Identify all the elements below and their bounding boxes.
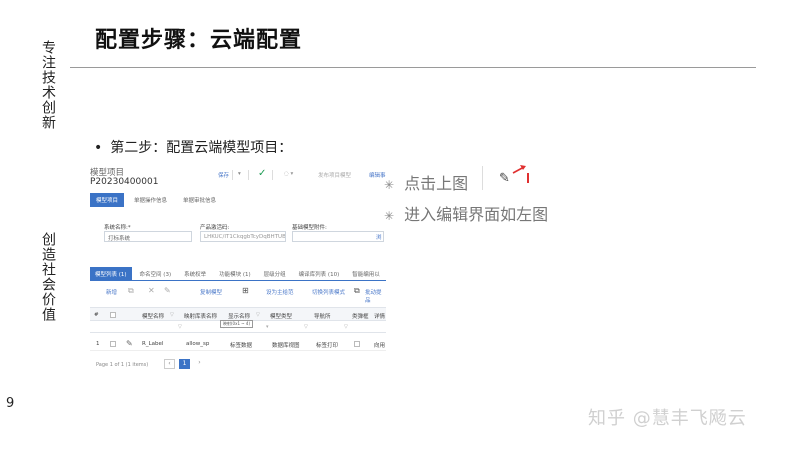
base-model-input[interactable]: [292, 231, 384, 242]
product-key-label: 产品激活码:: [200, 225, 230, 231]
pencil-icon: ✎: [499, 171, 510, 186]
pager-next-button[interactable]: ›: [194, 359, 205, 369]
system-name-input[interactable]: 打标系统: [104, 231, 192, 242]
confirm-check-icon[interactable]: ✓: [258, 168, 266, 179]
toolbar-divider: [232, 170, 233, 180]
column-tooltip: 映射(0x1 ~ 4): [220, 320, 254, 328]
grid-header: # 模型名称 ▽ 映射库表名称 显示名称 ▽ 模型类型 导航所 类弹框 详情: [90, 307, 386, 321]
save-button[interactable]: 保存: [218, 171, 229, 179]
side-slogan-bottom: 创造社会价值: [40, 232, 56, 322]
dropdown-icon[interactable]: ▾: [266, 324, 269, 330]
cell-table-name: allow_sp: [186, 341, 210, 347]
col-detail[interactable]: 详情: [374, 312, 385, 320]
col-table-name[interactable]: 映射库表名称: [184, 312, 217, 320]
row-edit-icon[interactable]: ✎: [126, 339, 133, 348]
add-icon[interactable]: ⊞: [242, 286, 249, 295]
bullet-dot: •: [94, 140, 103, 156]
tab-model-project[interactable]: 模型项目: [90, 193, 125, 207]
copy-icon[interactable]: ⧉: [128, 286, 134, 296]
product-key-input[interactable]: LHKUC/IT1CkqgbTcyDqBHTUB: [200, 231, 286, 242]
popup-checkbox[interactable]: [354, 341, 360, 347]
delete-icon[interactable]: ✕: [148, 286, 155, 295]
pager-prev-button[interactable]: ‹: [164, 359, 175, 369]
col-nav[interactable]: 导航所: [314, 312, 331, 320]
system-name-label: 系统名称:*: [104, 225, 131, 231]
table-row[interactable]: 1 ✎ R_Label allow_sp 标签数据 数据库视图 标签打印 向用: [90, 337, 386, 351]
filter-icon[interactable]: ▽: [304, 324, 308, 330]
main-tabs: 模型项目 单据操作信息 单据审批信息: [90, 193, 222, 207]
col-index: #: [94, 312, 99, 318]
set-main-button[interactable]: 设为主给范: [266, 288, 294, 296]
note-edit: ✳ 进入编辑界面如左图: [384, 201, 548, 225]
new-button[interactable]: 新增: [106, 288, 117, 296]
filter-icon[interactable]: ▽: [344, 324, 348, 330]
publish-model-button[interactable]: 发布项目模型: [318, 171, 351, 179]
title-divider: [70, 67, 756, 68]
page-number: 9: [6, 396, 15, 411]
subtab-groups[interactable]: 层级分组: [259, 267, 291, 281]
copy-model-button[interactable]: 复制模型: [200, 288, 222, 296]
col-model-name[interactable]: 模型名称: [142, 312, 164, 320]
subtab-underline: [90, 280, 386, 281]
subtab-permissions[interactable]: 系统权举: [179, 267, 211, 281]
asterisk-icon: ✳: [384, 178, 395, 192]
page-title: 配置步骤：云端配置: [95, 28, 303, 53]
edit-icon[interactable]: ✎: [164, 286, 171, 295]
step-bullet: • 第二步：配置云端模型项目：: [94, 137, 292, 157]
subtab-compile-libs[interactable]: 编译库列表 (10): [294, 267, 345, 281]
project-code: P20230400001: [90, 177, 159, 187]
subtab-smart[interactable]: 智能编用以: [347, 267, 385, 281]
base-model-label: 基础模型附件:: [292, 225, 327, 231]
cell-detail: 向用: [374, 343, 386, 349]
tab-operation-info[interactable]: 单据操作信息: [128, 193, 173, 207]
browse-button[interactable]: 浏: [376, 233, 382, 241]
note-click-text: 点击上图: [404, 174, 469, 193]
cell-display-name: 标签数据: [230, 343, 253, 349]
cell-model-type: 数据库视图: [272, 343, 300, 349]
col-model-type[interactable]: 模型类型: [270, 312, 292, 320]
switch-mode-button[interactable]: 切换列表模式: [312, 288, 345, 296]
cell-nav: 标签打印: [316, 343, 339, 349]
copy-icon[interactable]: ⧉: [354, 286, 360, 296]
toolbar-divider: [272, 170, 273, 180]
pager-page-button[interactable]: 1: [179, 359, 190, 369]
app-screenshot: 模型项目 P20230400001 保存 ▾ ✓ ◌ ▾ 发布项目模型 编辑事 …: [84, 163, 386, 375]
pointer-arrow-icon: [512, 165, 526, 174]
select-all-checkbox[interactable]: [110, 312, 116, 318]
note-edit-text: 进入编辑界面如左图: [404, 205, 549, 224]
filter-icon[interactable]: ▽: [178, 324, 182, 330]
pager-summary: Page 1 of 1 (1 items): [96, 362, 149, 368]
tab-approval-info[interactable]: 单据审批信息: [177, 193, 222, 207]
subtab-model-list[interactable]: 模型列表 (1): [90, 267, 132, 281]
watermark: 知乎 @慧丰飞飏云: [588, 408, 747, 429]
filter-icon[interactable]: ▽: [170, 312, 174, 318]
save-dropdown-icon[interactable]: ▾: [238, 171, 241, 177]
col-popup[interactable]: 类弹框: [352, 312, 369, 320]
side-slogan-top: 专注技术创新: [40, 40, 56, 130]
subtab-namespace[interactable]: 命名空间 (3): [135, 267, 177, 281]
row-checkbox[interactable]: [110, 341, 116, 347]
toolbar-divider: [248, 170, 249, 180]
batch-button[interactable]: 批动提品: [365, 288, 386, 304]
filter-icon[interactable]: ▽: [256, 312, 260, 318]
cell-model-name: R_Label: [142, 341, 164, 347]
subtab-modules[interactable]: 功能模块 (1): [214, 267, 256, 281]
sub-tabs: 模型列表 (1) 命名空间 (3) 系统权举 功能模块 (1) 层级分组 编译库…: [90, 267, 385, 281]
col-display-name[interactable]: 显示名称: [228, 312, 250, 320]
more-dropdown-icon[interactable]: ◌ ▾: [284, 171, 293, 177]
asterisk-icon: ✳: [384, 209, 395, 223]
highlight-bar: [527, 173, 529, 183]
note-click: ✳ 点击上图: [384, 170, 468, 194]
row-index: 1: [96, 341, 100, 347]
step-text: 第二步：配置云端模型项目：: [110, 140, 293, 156]
